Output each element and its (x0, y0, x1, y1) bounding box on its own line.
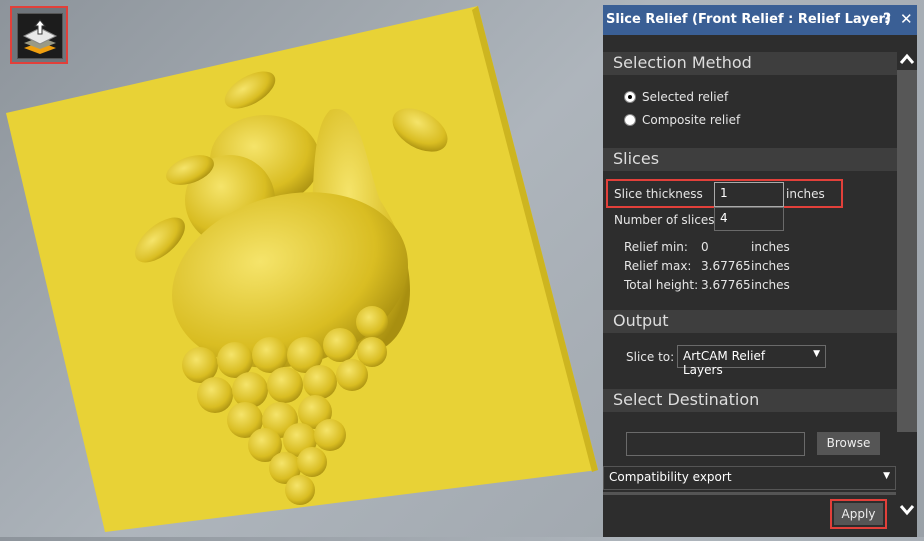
unit-label: inches (786, 187, 825, 201)
section-select-destination: Select Destination (603, 389, 897, 412)
number-of-slices-input[interactable]: 4 (714, 207, 784, 231)
chevron-down-icon: ▼ (813, 349, 820, 359)
unit-label: inches (751, 259, 790, 273)
export-mode-value: Compatibility export (609, 470, 732, 484)
section-selection-method: Selection Method (603, 52, 897, 75)
section-slices: Slices (603, 148, 897, 171)
divider (603, 492, 896, 495)
3d-viewport[interactable] (0, 0, 603, 537)
relief-max-label: Relief max: (624, 259, 692, 273)
section-header: Slices (613, 149, 660, 168)
slice-thickness-label: Slice thickness (614, 187, 703, 201)
slice-relief-tool-button[interactable] (10, 6, 68, 64)
export-mode-dropdown[interactable]: Compatibility export ▼ (603, 466, 896, 490)
relief-max-value: 3.67765 (701, 259, 751, 273)
slice-to-value: ArtCAM Relief Layers (683, 349, 766, 377)
apply-button[interactable]: Apply (834, 503, 883, 525)
number-of-slices-label: Number of slices (614, 213, 715, 227)
panel-title: Slice Relief (Front Relief : Relief Laye… (606, 12, 891, 27)
slice-thickness-input[interactable]: 1 (714, 182, 784, 207)
radio-label: Composite relief (642, 113, 741, 127)
help-button[interactable]: ? (883, 11, 891, 27)
layers-icon (17, 13, 63, 59)
relief-model (6, 6, 598, 532)
slice-to-label: Slice to: (626, 350, 675, 364)
scrollbar[interactable] (897, 50, 917, 432)
destination-path-input[interactable] (626, 432, 805, 456)
slice-to-dropdown[interactable]: ArtCAM Relief Layers ▼ (677, 345, 826, 377)
section-output: Output (603, 310, 897, 333)
radio-selected-relief[interactable] (624, 91, 636, 103)
total-height-value: 3.67765 (701, 278, 751, 292)
radio-composite-relief[interactable] (624, 114, 636, 126)
section-header: Select Destination (613, 390, 760, 409)
relief-min-value: 0 (701, 240, 709, 254)
chevron-down-icon: ▼ (883, 471, 890, 481)
browse-button[interactable]: Browse (817, 432, 880, 455)
unit-label: inches (751, 240, 790, 254)
section-header: Output (613, 311, 669, 330)
close-button[interactable]: ✕ (900, 10, 913, 28)
radio-label: Selected relief (642, 90, 729, 104)
slice-relief-panel: Slice Relief (Front Relief : Relief Laye… (603, 5, 917, 537)
panel-title-bar: Slice Relief (Front Relief : Relief Laye… (603, 5, 917, 35)
total-height-label: Total height: (624, 278, 699, 292)
unit-label: inches (751, 278, 790, 292)
scroll-up-icon[interactable] (897, 48, 917, 70)
scroll-down-icon[interactable] (897, 500, 917, 520)
relief-min-label: Relief min: (624, 240, 688, 254)
section-header: Selection Method (613, 53, 752, 72)
